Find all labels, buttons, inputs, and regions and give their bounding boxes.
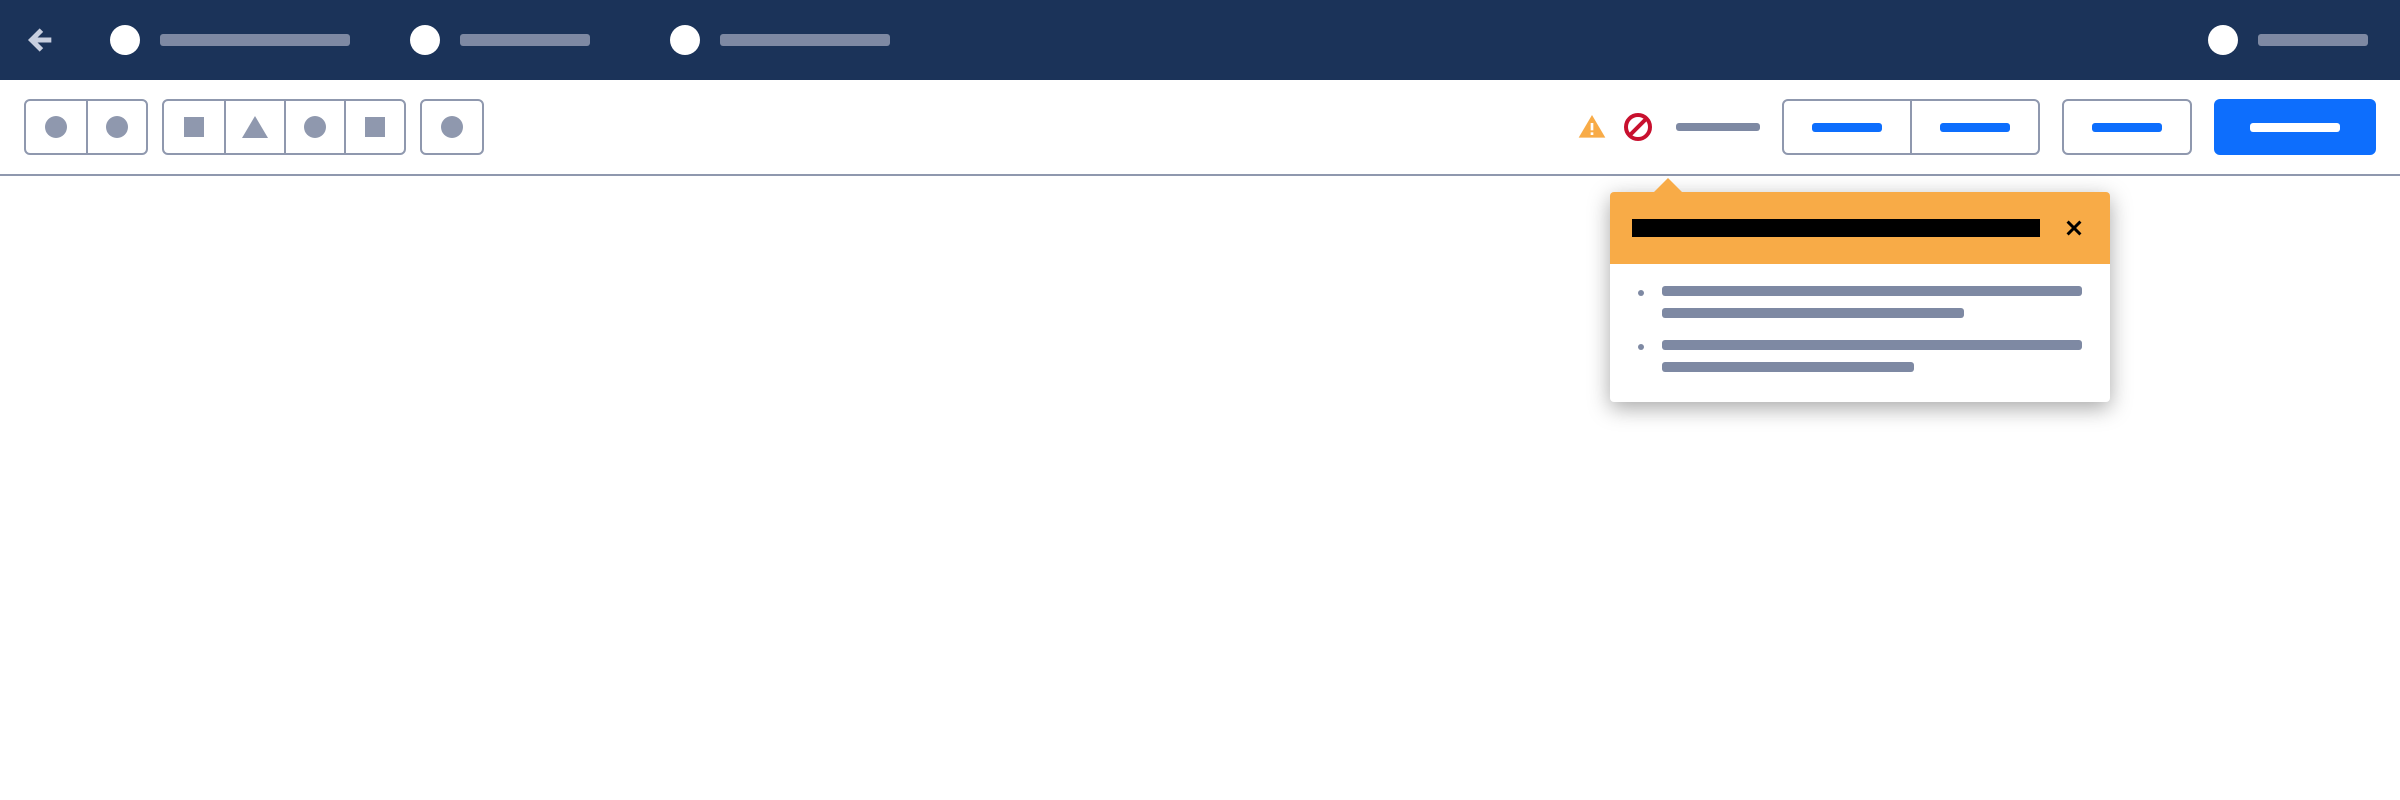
close-icon	[2063, 217, 2085, 239]
tool-group	[162, 99, 406, 155]
circle-icon	[304, 116, 326, 138]
square-icon	[365, 117, 385, 137]
tool-groups	[24, 99, 484, 155]
tool-button[interactable]	[422, 101, 482, 153]
tool-button[interactable]	[26, 101, 86, 153]
circle-icon	[45, 116, 67, 138]
topbar-tabs	[80, 0, 920, 80]
topbar-tab[interactable]	[80, 0, 380, 80]
popover-item	[1638, 340, 2082, 372]
segmented-button[interactable]	[1784, 101, 1910, 153]
avatar	[2208, 25, 2238, 55]
popover-item	[1638, 286, 2082, 318]
bullet-icon	[1638, 344, 1644, 350]
status-label	[1676, 123, 1760, 131]
popover-item-text	[1662, 308, 1964, 318]
tab-label	[160, 34, 350, 46]
popover-header: Close	[1610, 192, 2110, 264]
popover-title	[1632, 219, 2040, 237]
tab-icon	[410, 25, 440, 55]
primary-button[interactable]	[2214, 99, 2376, 155]
toolbar-right	[1576, 99, 2376, 155]
tab-icon	[110, 25, 140, 55]
arrow-left-icon	[23, 23, 57, 57]
circle-icon	[441, 116, 463, 138]
popover-item-text	[1662, 340, 2082, 350]
tool-button[interactable]	[164, 101, 224, 153]
tab-label	[460, 34, 590, 46]
bullet-icon	[1638, 290, 1644, 296]
tab-icon	[670, 25, 700, 55]
status-icons	[1576, 111, 1654, 143]
warning-popover: Close	[1610, 192, 2110, 402]
prohibit-circle-icon[interactable]	[1622, 111, 1654, 143]
user-menu[interactable]	[2192, 25, 2384, 55]
tool-button[interactable]	[284, 101, 344, 153]
tool-button[interactable]	[344, 101, 404, 153]
tool-group	[420, 99, 484, 155]
triangle-icon	[242, 116, 268, 138]
segmented-buttons	[1782, 99, 2040, 155]
circle-icon	[106, 116, 128, 138]
topbar-tab[interactable]	[380, 0, 640, 80]
warning-triangle-icon[interactable]	[1576, 111, 1608, 143]
tab-label	[720, 34, 890, 46]
outline-button[interactable]	[2062, 99, 2192, 155]
popover-item-text	[1662, 362, 1914, 372]
popover-item-text	[1662, 286, 2082, 296]
segmented-button[interactable]	[1910, 101, 2038, 153]
back-button[interactable]: Back	[0, 0, 80, 80]
top-navbar: Back	[0, 0, 2400, 80]
tool-button[interactable]	[224, 101, 284, 153]
topbar-tab[interactable]	[640, 0, 920, 80]
toolbar	[0, 80, 2400, 176]
popover-body	[1610, 264, 2110, 402]
tool-button[interactable]	[86, 101, 146, 153]
tool-group	[24, 99, 148, 155]
user-name	[2258, 34, 2368, 46]
popover-close-button[interactable]: Close	[2060, 214, 2088, 242]
square-icon	[184, 117, 204, 137]
